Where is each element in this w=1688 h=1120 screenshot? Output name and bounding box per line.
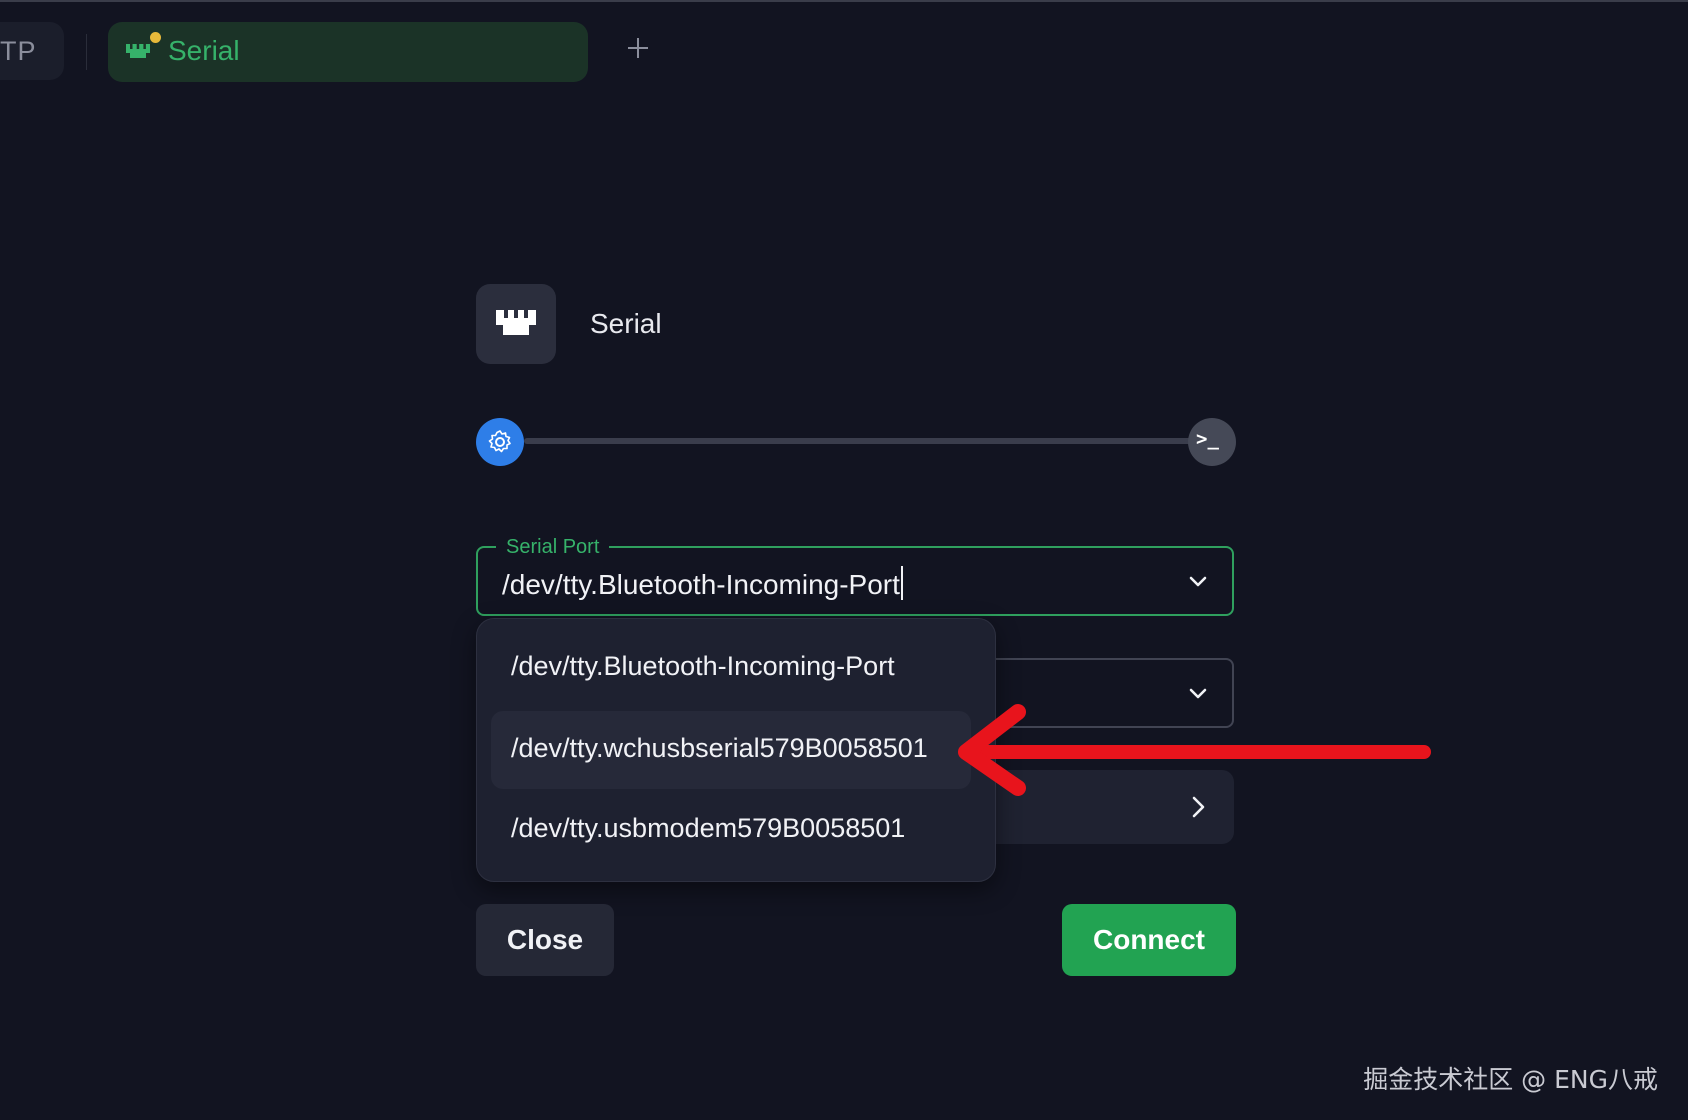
serial-port-icon [126, 44, 150, 58]
status-dot [150, 32, 161, 43]
chevron-right-icon [1192, 796, 1205, 818]
stepper-track [524, 438, 1196, 444]
text-caret [900, 566, 903, 600]
gear-icon [488, 430, 511, 453]
tab-serial[interactable]: Serial [108, 22, 588, 82]
tab-label: Serial [168, 35, 240, 66]
tab-label: TP [0, 36, 37, 66]
tab-divider [86, 34, 87, 70]
window-top-border [0, 0, 1688, 2]
serial-icon-tile [476, 284, 556, 364]
terminal-icon: >_ [1196, 428, 1219, 450]
dropdown-option[interactable]: /dev/tty.Bluetooth-Incoming-Port [491, 629, 971, 707]
chevron-down-icon[interactable] [1186, 570, 1210, 594]
serial-port-icon [496, 310, 536, 335]
option-label: /dev/tty.usbmodem579B0058501 [511, 813, 906, 843]
chevron-down-icon [1189, 688, 1207, 699]
page-title: Serial [590, 308, 662, 339]
dropdown-option-highlighted[interactable]: /dev/tty.wchusbserial579B0058501 [491, 711, 971, 789]
connect-button[interactable]: Connect [1062, 904, 1236, 976]
watermark: 掘金技术社区 @ ENG八戒 [1363, 1065, 1658, 1094]
option-label: /dev/tty.wchusbserial579B0058501 [511, 733, 928, 763]
dropdown-option[interactable]: /dev/tty.usbmodem579B0058501 [491, 791, 971, 869]
step-terminal[interactable]: >_ [1188, 418, 1236, 466]
option-label: /dev/tty.Bluetooth-Incoming-Port [511, 651, 895, 681]
serial-port-input[interactable]: /dev/tty.Bluetooth-Incoming-Port [502, 566, 903, 601]
serial-port-label: Serial Port [496, 536, 610, 559]
close-button[interactable]: Close [476, 904, 614, 976]
step-settings[interactable] [476, 418, 524, 466]
serial-port-dropdown: /dev/tty.Bluetooth-Incoming-Port /dev/tt… [476, 618, 996, 882]
tab-tp[interactable]: TP [0, 22, 64, 80]
plus-icon[interactable] [624, 34, 652, 62]
